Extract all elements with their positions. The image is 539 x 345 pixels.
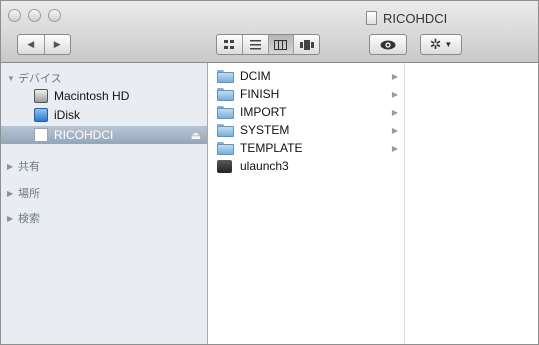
file-name: SYSTEM bbox=[240, 123, 290, 137]
forward-button[interactable]: ▶ bbox=[43, 35, 71, 54]
disclosure-triangle-down-icon: ▼ bbox=[7, 73, 15, 83]
finder-window: RICOHDCI ◀ ▶ ✲ ▼ ▼ デバイス Macintosh HD iDi… bbox=[0, 0, 539, 345]
column-1: DCIM ▶ FINISH ▶ IMPORT ▶ SYSTEM ▶ TEMPLA… bbox=[208, 63, 405, 344]
coverflow-view-button[interactable] bbox=[293, 35, 319, 54]
back-arrow-icon: ◀ bbox=[27, 39, 35, 49]
sidebar: ▼ デバイス Macintosh HD iDisk RICOHDCI ⏏ ▶ 共… bbox=[1, 63, 208, 344]
toolbar: RICOHDCI ◀ ▶ ✲ ▼ bbox=[1, 1, 538, 63]
chevron-down-icon: ▼ bbox=[444, 40, 453, 49]
folder-icon bbox=[217, 123, 234, 137]
section-title: 共有 bbox=[18, 161, 40, 173]
list-view-icon bbox=[249, 39, 261, 49]
back-forward-group: ◀ ▶ bbox=[17, 34, 71, 55]
chevron-right-icon: ▶ bbox=[391, 143, 398, 153]
eye-icon bbox=[380, 40, 396, 49]
section-title: デバイス bbox=[18, 73, 62, 85]
minimize-button[interactable] bbox=[28, 9, 41, 22]
disclosure-triangle-right-icon: ▶ bbox=[7, 188, 14, 198]
icon-view-icon bbox=[223, 39, 234, 49]
folder-icon bbox=[217, 69, 234, 83]
list-item[interactable]: IMPORT ▶ bbox=[208, 103, 404, 121]
disclosure-triangle-right-icon: ▶ bbox=[7, 161, 14, 171]
file-name: TEMPLATE bbox=[240, 141, 303, 155]
gear-icon: ✲ bbox=[429, 36, 442, 52]
file-name: DCIM bbox=[240, 69, 271, 83]
list-item[interactable]: ulaunch3 bbox=[208, 157, 404, 175]
sidebar-item-idisk[interactable]: iDisk bbox=[1, 106, 207, 124]
chevron-right-icon: ▶ bbox=[391, 71, 398, 81]
chevron-right-icon: ▶ bbox=[391, 107, 398, 117]
sidebar-item-macintosh-hd[interactable]: Macintosh HD bbox=[1, 87, 207, 105]
forward-arrow-icon: ▶ bbox=[53, 39, 61, 49]
sd-card-icon bbox=[366, 11, 377, 25]
icon-view-button[interactable] bbox=[217, 35, 242, 54]
column-2 bbox=[405, 63, 538, 344]
list-item[interactable]: SYSTEM ▶ bbox=[208, 121, 404, 139]
section-title: 検索 bbox=[18, 213, 40, 225]
list-item[interactable]: FINISH ▶ bbox=[208, 85, 404, 103]
file-name: IMPORT bbox=[240, 105, 287, 119]
folder-icon bbox=[217, 105, 234, 119]
idisk-icon bbox=[34, 108, 48, 122]
action-menu-button[interactable]: ✲ ▼ bbox=[420, 34, 462, 55]
chevron-right-icon: ▶ bbox=[391, 125, 398, 135]
disclosure-triangle-right-icon: ▶ bbox=[7, 213, 14, 223]
eject-icon[interactable]: ⏏ bbox=[191, 129, 201, 142]
folder-icon bbox=[217, 141, 234, 155]
section-title: 場所 bbox=[18, 188, 40, 200]
zoom-button[interactable] bbox=[48, 9, 61, 22]
file-name: ulaunch3 bbox=[240, 159, 289, 173]
sd-card-icon bbox=[34, 128, 48, 142]
column-view-button[interactable] bbox=[267, 35, 294, 54]
sidebar-section-devices[interactable]: ▼ デバイス bbox=[7, 70, 62, 86]
sidebar-item-ricohdci[interactable]: RICOHDCI ⏏ bbox=[1, 126, 207, 144]
folder-icon bbox=[217, 87, 234, 101]
list-item[interactable]: DCIM ▶ bbox=[208, 67, 404, 85]
window-title-bar: RICOHDCI bbox=[366, 10, 447, 26]
window-title: RICOHDCI bbox=[383, 10, 448, 26]
quick-look-button[interactable] bbox=[369, 34, 407, 55]
view-mode-group bbox=[216, 34, 320, 55]
sidebar-section-shared[interactable]: ▶ 共有 bbox=[7, 158, 40, 174]
chevron-right-icon: ▶ bbox=[391, 89, 398, 99]
file-name: FINISH bbox=[240, 87, 280, 101]
sidebar-item-label: RICOHDCI bbox=[54, 128, 114, 142]
sidebar-item-label: iDisk bbox=[54, 108, 80, 122]
sidebar-section-search[interactable]: ▶ 検索 bbox=[7, 210, 40, 226]
coverflow-view-icon bbox=[299, 39, 314, 50]
executable-icon bbox=[217, 159, 232, 173]
column-view-icon bbox=[274, 39, 288, 50]
list-view-button[interactable] bbox=[241, 35, 268, 54]
list-item[interactable]: TEMPLATE ▶ bbox=[208, 139, 404, 157]
sidebar-item-label: Macintosh HD bbox=[54, 89, 130, 103]
sidebar-section-places[interactable]: ▶ 場所 bbox=[7, 185, 40, 201]
close-button[interactable] bbox=[8, 9, 21, 22]
hard-disk-icon bbox=[34, 89, 48, 103]
back-button[interactable]: ◀ bbox=[18, 35, 44, 54]
